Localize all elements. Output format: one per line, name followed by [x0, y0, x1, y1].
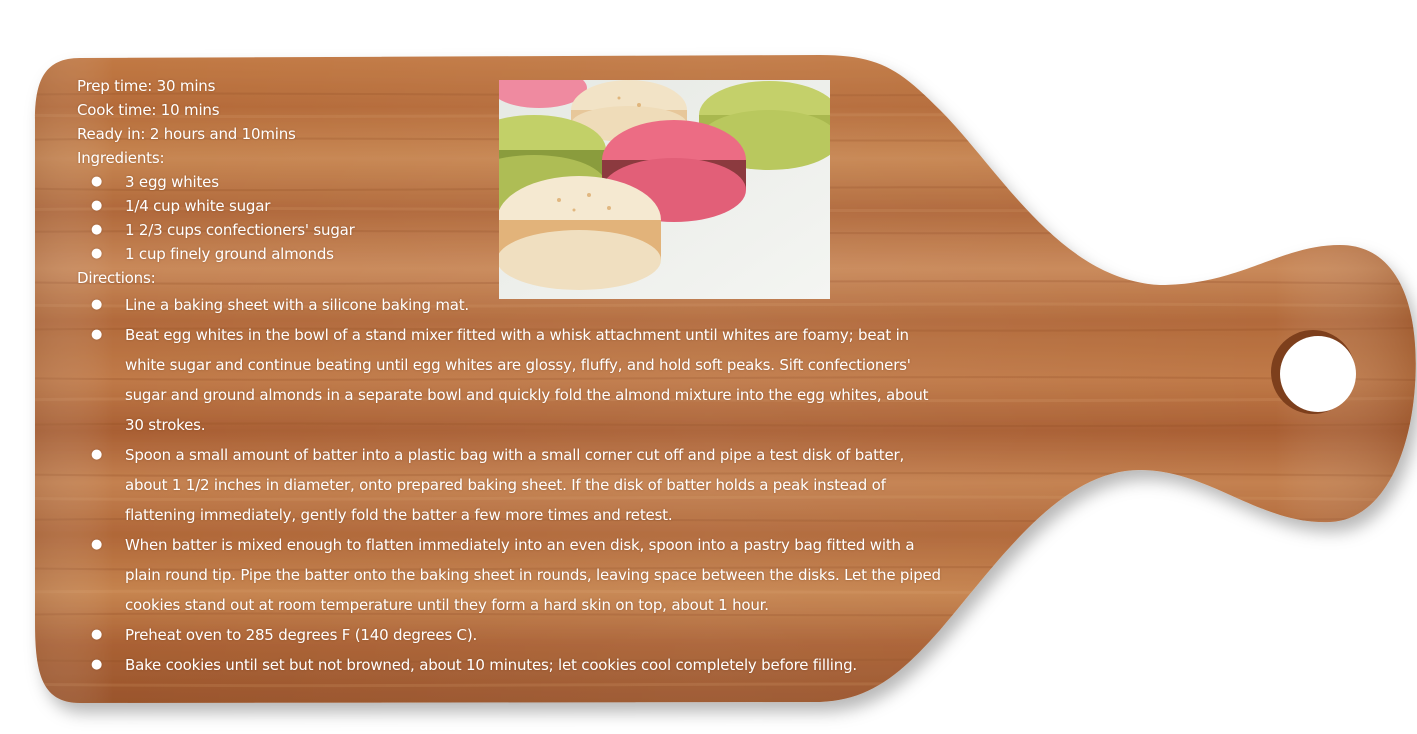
bullet-icon: ●: [91, 222, 103, 237]
bullet-icon: ●: [91, 537, 103, 552]
direction-step: ● Beat egg whites in the bowl of a stand …: [77, 320, 945, 440]
direction-step: ● When batter is mixed enough to flatten …: [77, 530, 945, 620]
bullet-icon: ●: [91, 198, 103, 213]
direction-step: ● Line a baking sheet with a silicone bak…: [77, 290, 945, 320]
bullet-icon: ●: [91, 246, 103, 261]
ingredient-item: ● 1/4 cup white sugar: [77, 194, 957, 218]
direction-step: ● Preheat oven to 285 degrees F (140 degr…: [77, 620, 945, 650]
ingredient-item: ● 1 2/3 cups confectioners' sugar: [77, 218, 957, 242]
direction-step: ● Spoon a small amount of batter into a p…: [77, 440, 945, 530]
bullet-icon: ●: [91, 174, 103, 189]
directions-list: ● Line a baking sheet with a silicone bak…: [77, 290, 957, 680]
ingredients-label: Ingredients:: [77, 149, 165, 167]
bullet-icon: ●: [91, 627, 103, 642]
recipe-content: Prep time: 30 mins Cook time: 10 mins Re…: [77, 74, 957, 680]
ingredient-item: ● 3 egg whites: [77, 170, 957, 194]
prep-time: Prep time: 30 mins: [77, 77, 216, 95]
bullet-icon: ●: [91, 447, 103, 462]
ingredients-list: ● 3 egg whites ● 1/4 cup white sugar ● 1 2/…: [77, 170, 957, 266]
direction-step: ● Bake cookies until set but not browned,…: [77, 650, 945, 680]
cook-time: Cook time: 10 mins: [77, 101, 220, 119]
bullet-icon: ●: [91, 657, 103, 672]
ingredient-item: ● 1 cup finely ground almonds: [77, 242, 957, 266]
bullet-icon: ●: [91, 297, 103, 312]
directions-label: Directions:: [77, 269, 156, 287]
ready-in: Ready in: 2 hours and 10mins: [77, 125, 296, 143]
bullet-icon: ●: [91, 327, 103, 342]
